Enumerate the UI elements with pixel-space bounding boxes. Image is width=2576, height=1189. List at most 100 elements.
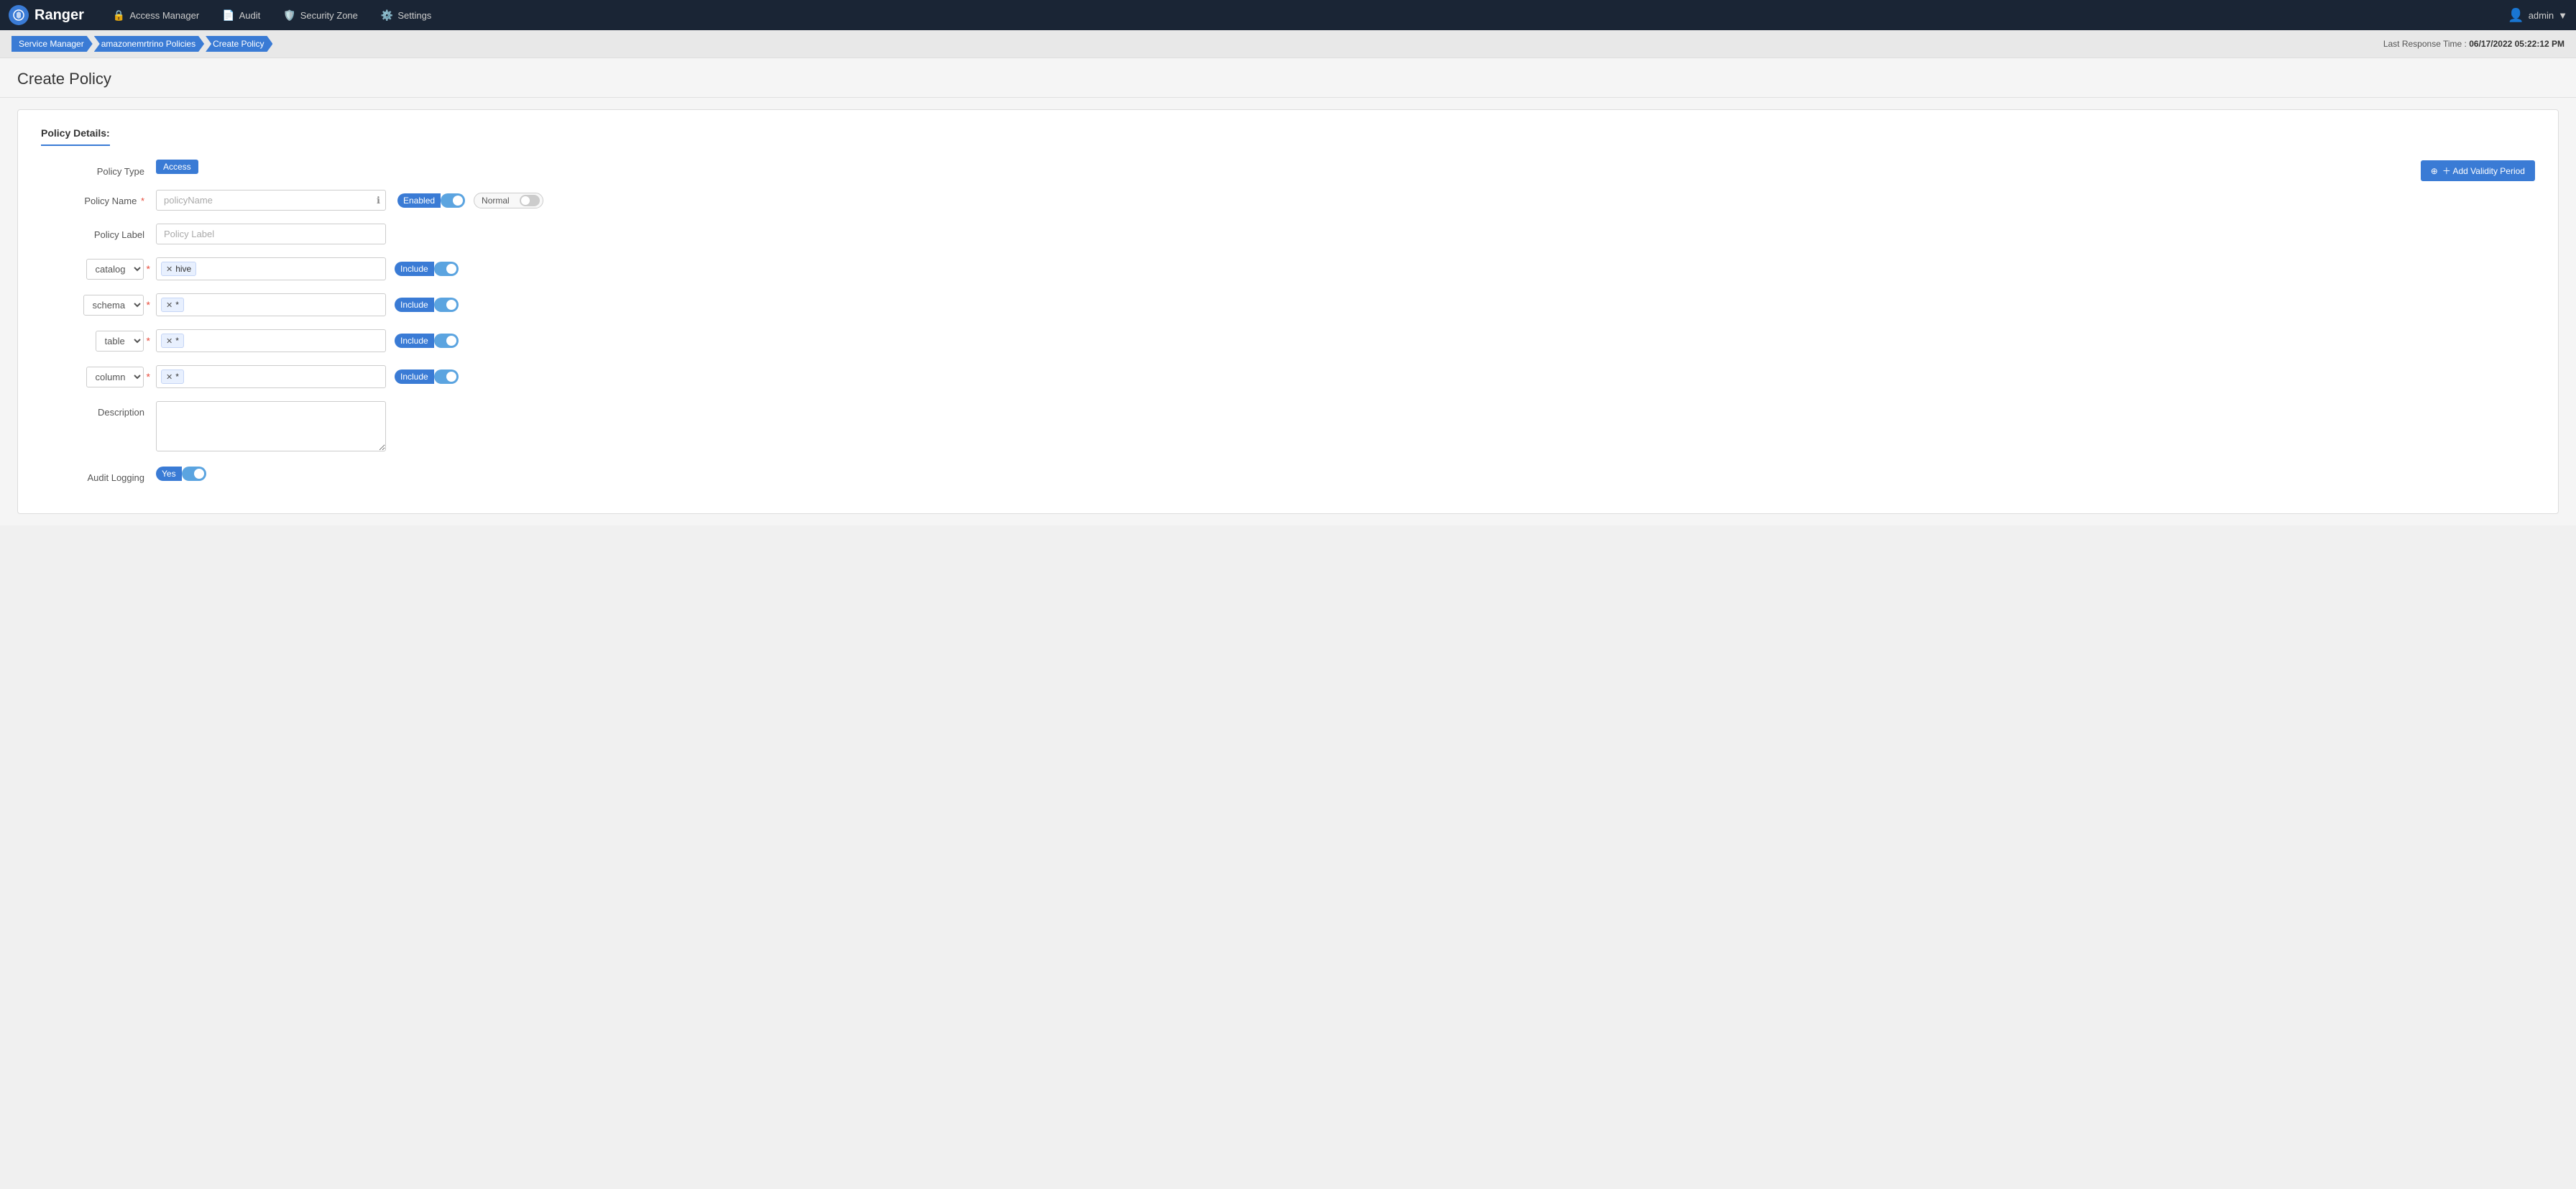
audit-logging-toggle-group: Yes [156,467,206,481]
policy-type-label: Policy Type [41,160,156,177]
user-icon: 👤 [2508,8,2524,23]
table-tag-star-label: * [175,336,179,346]
column-required: * [147,371,150,382]
normal-label: Normal [474,193,517,208]
brand-logo[interactable]: Ranger [9,5,84,25]
catalog-include-slider [434,262,459,276]
policy-label-label: Policy Label [41,224,156,240]
nav-settings[interactable]: ⚙️ Settings [369,0,443,30]
breadcrumb-bar: Service Manager amazonemrtrino Policies … [0,30,2576,58]
nav-settings-label: Settings [397,10,431,21]
catalog-tag-hive: ✕ hive [161,262,196,276]
brand-icon [9,5,29,25]
resource-row-column: column * ✕ * Include [41,365,2535,388]
breadcrumb-service-manager[interactable]: Service Manager [12,36,93,52]
lock-icon: 🔒 [113,9,125,22]
schema-tag-star-close[interactable]: ✕ [166,300,172,310]
page-title: Create Policy [17,70,2559,88]
page-title-bar: Create Policy [0,58,2576,98]
nav-access-manager-label: Access Manager [129,10,199,21]
schema-tag-star-label: * [175,300,179,310]
description-label: Description [41,401,156,418]
schema-include-toggle[interactable] [434,298,459,312]
add-validity-icon: ⊕ [2431,166,2438,176]
brand-name: Ranger [34,7,84,24]
description-textarea[interactable] [156,401,386,451]
schema-tag-input[interactable]: ✕ * [156,293,386,316]
resource-row-table: table * ✕ * Include [41,329,2535,352]
catalog-include-wrap: Include [395,262,459,276]
column-tag-input[interactable]: ✕ * [156,365,386,388]
required-indicator: * [141,196,144,206]
last-response-time: Last Response Time : 06/17/2022 05:22:12… [2383,39,2564,49]
catalog-tag-hive-close[interactable]: ✕ [166,265,172,274]
policy-name-row: Policy Name * ℹ Enabled Normal [41,190,2535,211]
column-tag-star-close[interactable]: ✕ [166,372,172,382]
user-menu[interactable]: 👤 admin ▼ [2508,8,2567,23]
schema-select[interactable]: schema [83,295,144,316]
catalog-tag-input[interactable]: ✕ hive [156,257,386,280]
table-include-wrap: Include [395,334,459,348]
policy-name-input[interactable] [156,190,386,211]
nav-audit-label: Audit [239,10,261,21]
table-tag-star: ✕ * [161,334,184,348]
enabled-label: Enabled [397,193,441,208]
info-icon[interactable]: ℹ [377,195,380,206]
column-include-toggle[interactable] [434,369,459,384]
add-validity-button[interactable]: ⊕ ＋ Add Validity Period [2421,160,2535,181]
schema-include-slider [434,298,459,312]
audit-icon: 📄 [222,9,234,22]
schema-include-wrap: Include [395,298,459,312]
column-tag-star: ✕ * [161,369,184,384]
description-input-wrap [156,401,386,454]
catalog-include-toggle[interactable] [434,262,459,276]
schema-required: * [147,299,150,311]
table-label-wrap: table * [41,331,156,352]
catalog-select[interactable]: catalog [86,259,144,280]
gear-icon: ⚙️ [381,9,393,22]
user-dropdown-icon: ▼ [2558,10,2567,21]
breadcrumb-policies[interactable]: amazonemrtrino Policies [94,36,204,52]
audit-logging-toggle[interactable] [182,467,206,481]
normal-toggle[interactable] [520,195,540,206]
nav-security-zone[interactable]: 🛡️ Security Zone [272,0,369,30]
breadcrumbs: Service Manager amazonemrtrino Policies … [12,36,274,52]
policy-label-input[interactable] [156,224,386,244]
column-select[interactable]: column [86,367,144,387]
audit-logging-slider [182,467,206,481]
column-tag-star-label: * [175,372,179,382]
section-title: Policy Details: [41,127,110,146]
nav-audit[interactable]: 📄 Audit [211,0,272,30]
schema-include-toggle-wrap: Include [395,298,459,312]
policy-label-input-wrap [156,224,386,244]
form-container: Policy Details: Policy Type Access ⊕ ＋ A… [0,98,2576,525]
policy-name-input-wrap: ℹ [156,190,386,211]
catalog-required: * [147,263,150,275]
table-include-label: Include [395,334,434,348]
table-tag-input[interactable]: ✕ * [156,329,386,352]
catalog-include-toggle-wrap: Include [395,262,459,276]
table-include-toggle[interactable] [434,334,459,348]
breadcrumb-create-policy[interactable]: Create Policy [206,36,272,52]
catalog-label-wrap: catalog * [41,259,156,280]
enabled-toggle[interactable] [441,193,465,208]
catalog-include-label: Include [395,262,434,276]
audit-logging-row: Audit Logging Yes [41,467,2535,483]
audit-yes-label: Yes [156,467,182,481]
schema-tag-star: ✕ * [161,298,184,312]
policy-name-extras: Enabled Normal [397,190,543,208]
access-badge: Access [156,160,198,174]
table-tag-star-close[interactable]: ✕ [166,336,172,346]
audit-logging-label: Audit Logging [41,467,156,483]
audit-logging-toggle-wrap: Yes [156,467,206,481]
policy-label-row: Policy Label [41,224,2535,244]
normal-toggle-wrap: Normal [474,193,543,208]
description-row: Description [41,401,2535,454]
nav-security-zone-label: Security Zone [300,10,358,21]
nav-access-manager[interactable]: 🔒 Access Manager [101,0,211,30]
column-label-wrap: column * [41,367,156,387]
column-include-toggle-wrap: Include [395,369,459,384]
table-select[interactable]: table [96,331,144,352]
column-include-label: Include [395,369,434,384]
policy-type-row: Policy Type Access ⊕ ＋ Add Validity Peri… [41,160,2535,177]
